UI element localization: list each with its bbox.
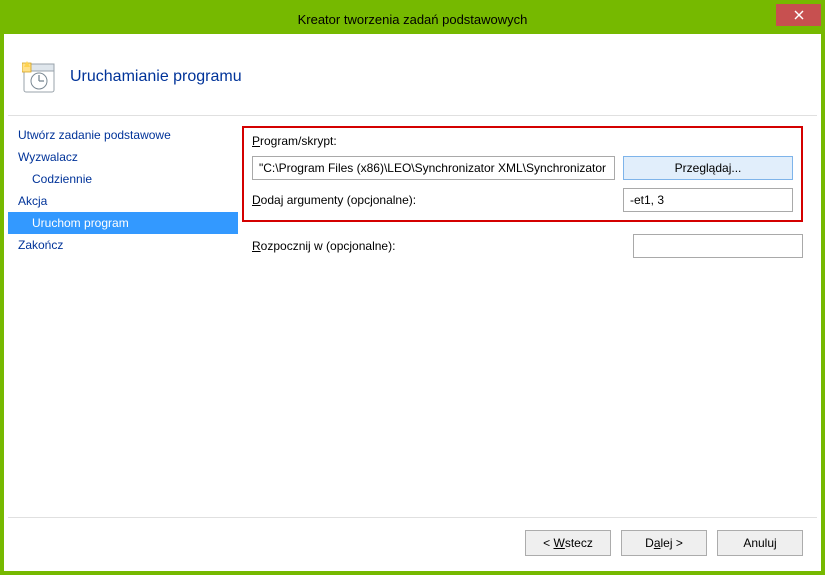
form-panel: Program/skrypt: Przeglądaj... Dodaj argu… (238, 116, 817, 517)
back-button[interactable]: < Wstecz (525, 530, 611, 556)
cancel-button[interactable]: Anuluj (717, 530, 803, 556)
sidebar-item-run-program[interactable]: Uruchom program (8, 212, 238, 234)
body: Utwórz zadanie podstawowe Wyzwalacz Codz… (8, 116, 817, 517)
scheduler-icon (22, 60, 56, 94)
arguments-input[interactable] (623, 188, 793, 212)
page-title: Uruchamianie programu (70, 68, 242, 86)
program-script-label: Program/skrypt: (252, 134, 793, 148)
wizard-steps-sidebar: Utwórz zadanie podstawowe Wyzwalacz Codz… (8, 116, 238, 517)
sidebar-item-finish[interactable]: Zakończ (8, 234, 238, 256)
window-title: Kreator tworzenia zadań podstawowych (298, 12, 528, 27)
program-script-input[interactable] (252, 156, 615, 180)
sidebar-item-daily[interactable]: Codziennie (8, 168, 238, 190)
content-area: Uruchamianie programu Utwórz zadanie pod… (8, 38, 817, 567)
arguments-label: Dodaj argumenty (opcjonalne): (252, 193, 615, 207)
next-button[interactable]: Dalej > (621, 530, 707, 556)
sidebar-item-action[interactable]: Akcja (8, 190, 238, 212)
start-in-input[interactable] (633, 234, 803, 258)
wizard-window: Kreator tworzenia zadań podstawowych Uru… (0, 0, 825, 575)
start-in-label: Rozpocznij w (opcjonalne): (252, 239, 395, 253)
start-in-row: Rozpocznij w (opcjonalne): (242, 234, 803, 258)
close-button[interactable] (776, 4, 821, 26)
page-header: Uruchamianie programu (8, 38, 817, 116)
titlebar: Kreator tworzenia zadań podstawowych (4, 4, 821, 34)
wizard-footer: < Wstecz Dalej > Anuluj (8, 517, 817, 567)
sidebar-item-trigger[interactable]: Wyzwalacz (8, 146, 238, 168)
highlighted-section: Program/skrypt: Przeglądaj... Dodaj argu… (242, 126, 803, 222)
sidebar-item-create-task[interactable]: Utwórz zadanie podstawowe (8, 124, 238, 146)
browse-button[interactable]: Przeglądaj... (623, 156, 793, 180)
close-icon (794, 10, 804, 20)
